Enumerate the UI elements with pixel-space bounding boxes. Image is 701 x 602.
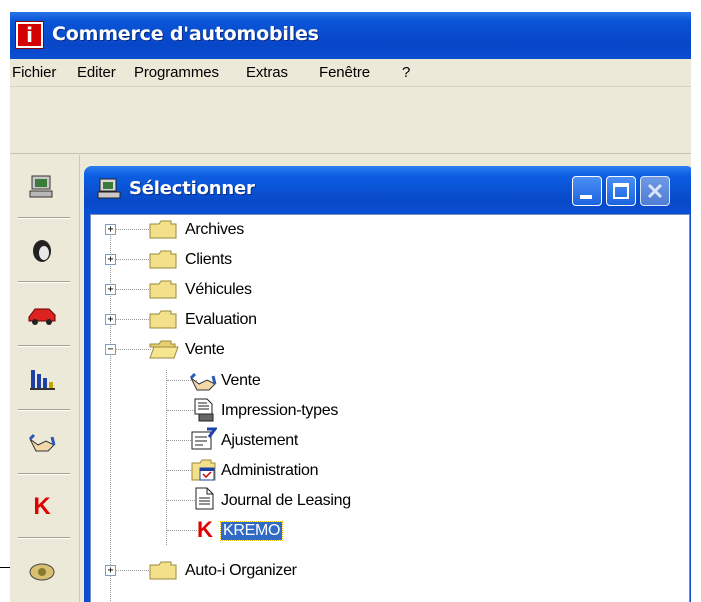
tree-item-archives[interactable]: Archives	[185, 215, 244, 245]
bar-chart-icon	[30, 370, 55, 390]
tree-item-vehicules[interactable]: Véhicules	[185, 275, 252, 305]
phone-icon	[29, 563, 55, 581]
tree-item-label: Auto-i Organizer	[185, 562, 297, 579]
close-icon	[647, 183, 663, 199]
menu-editer[interactable]: Editer	[77, 64, 116, 81]
menu-fenetre[interactable]: Fenêtre	[319, 64, 370, 81]
computer-icon	[29, 175, 53, 198]
tree-line	[111, 259, 151, 260]
adjust-form-icon	[191, 427, 217, 450]
kremo-k-icon: K	[197, 517, 213, 542]
folder-icon	[149, 561, 177, 580]
toolbar-vente-button[interactable]	[10, 411, 74, 475]
tree-item-label: Ajustement	[221, 432, 299, 449]
tree-line	[111, 570, 151, 571]
tree-item-label: Journal de Leasing	[221, 492, 351, 509]
app-title: Commerce d'automobiles	[52, 23, 319, 45]
tree-item-kremo[interactable]: KREMO	[219, 516, 284, 546]
kremo-k-icon: K	[33, 493, 51, 520]
toolbar-kremo-button[interactable]: K	[10, 475, 74, 539]
tree-item-label: Vente	[185, 341, 225, 358]
title-bar[interactable]: i Commerce d'automobiles	[10, 12, 691, 59]
tree-item-label: Evaluation	[185, 311, 257, 328]
tree-line	[111, 319, 151, 320]
tree-line	[111, 229, 151, 230]
print-document-icon	[194, 398, 214, 422]
toolbar-vehicles-button[interactable]	[10, 283, 74, 347]
toolbar-computer-button[interactable]	[10, 155, 74, 219]
menu-help[interactable]: ?	[402, 64, 410, 81]
folder-icon	[149, 250, 177, 269]
tree-item-label: Clients	[185, 251, 232, 268]
maximize-icon	[613, 183, 629, 199]
folder-icon	[149, 310, 177, 329]
expand-auto-i-organizer-button[interactable]: +	[105, 565, 116, 576]
main-window: i Commerce d'automobiles Fichier Editer …	[10, 12, 691, 602]
handshake-icon	[28, 433, 56, 452]
toolbar-area	[10, 88, 691, 154]
expand-vehicules-button[interactable]: +	[105, 284, 116, 295]
tree-item-impression-types[interactable]: Impression-types	[221, 396, 338, 426]
folder-tree: + Archives + Clients + Véhicules + Evalu…	[90, 214, 690, 602]
tree-item-label: Impression-types	[221, 402, 339, 419]
folder-icon	[149, 220, 177, 239]
tree-item-label: Archives	[185, 221, 244, 238]
tree-item-label: KREMO	[219, 521, 284, 541]
tree-item-label: Administration	[221, 462, 319, 479]
handshake-icon	[189, 372, 217, 391]
tree-line	[167, 530, 197, 531]
expand-archives-button[interactable]: +	[105, 224, 116, 235]
maximize-button[interactable]	[606, 176, 636, 206]
tree-line	[167, 500, 197, 501]
toolbar-evaluation-button[interactable]	[10, 347, 74, 411]
car-icon	[28, 308, 56, 325]
minimize-button[interactable]	[572, 176, 602, 206]
menu-bar: Fichier Editer Programmes Extras Fenêtre…	[10, 59, 691, 87]
minimize-icon	[580, 195, 592, 199]
tree-item-evaluation[interactable]: Evaluation	[185, 305, 257, 335]
document-icon	[195, 487, 214, 510]
select-window: Sélectionner + Archives + Clients + Véhi…	[84, 166, 691, 602]
tree-line	[111, 289, 151, 290]
tree-item-vente[interactable]: Vente	[185, 335, 225, 365]
admin-folder-icon	[191, 459, 216, 481]
tree-item-vente-child[interactable]: Vente	[221, 366, 261, 396]
select-window-title-bar[interactable]: Sélectionner	[84, 166, 691, 214]
tree-line	[111, 349, 151, 350]
tree-item-label: Véhicules	[185, 281, 252, 298]
menu-fichier[interactable]: Fichier	[12, 64, 56, 81]
tree-line	[166, 370, 167, 545]
open-folder-icon	[149, 340, 179, 359]
tree-item-ajustement[interactable]: Ajustement	[221, 426, 298, 456]
tree-item-administration[interactable]: Administration	[221, 456, 318, 486]
left-toolbar: K	[10, 155, 80, 602]
tree-item-label: Vente	[221, 372, 261, 389]
folder-icon	[149, 280, 177, 299]
close-button[interactable]	[640, 176, 670, 206]
menu-programmes[interactable]: Programmes	[134, 64, 219, 81]
tree-item-journal-de-leasing[interactable]: Journal de Leasing	[221, 486, 351, 516]
client-head-icon	[33, 240, 51, 262]
expand-clients-button[interactable]: +	[105, 254, 116, 265]
select-window-title: Sélectionner	[129, 178, 255, 199]
tree-item-clients[interactable]: Clients	[185, 245, 232, 275]
expand-evaluation-button[interactable]: +	[105, 314, 116, 325]
app-logo-icon: i	[15, 21, 44, 49]
tree-item-auto-i-organizer[interactable]: Auto-i Organizer	[185, 556, 297, 586]
collapse-vente-button[interactable]: −	[105, 344, 116, 355]
menu-extras[interactable]: Extras	[246, 64, 288, 81]
toolbar-clients-button[interactable]	[10, 219, 74, 283]
computer-icon	[97, 178, 121, 199]
toolbar-phone-button[interactable]	[10, 539, 74, 602]
